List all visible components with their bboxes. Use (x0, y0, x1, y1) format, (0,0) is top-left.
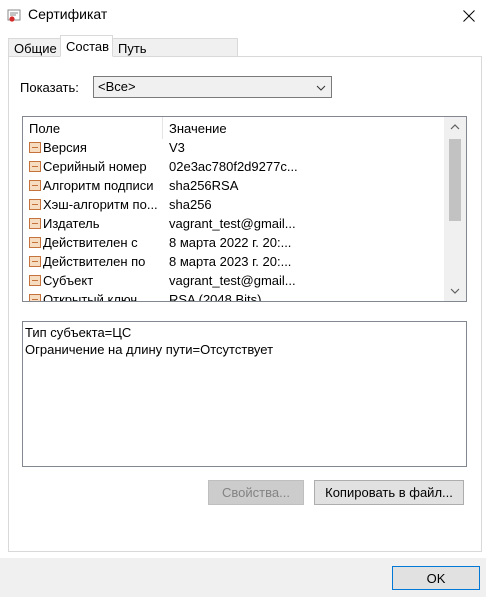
certificate-icon (7, 9, 21, 23)
scrollbar-thumb[interactable] (449, 139, 461, 221)
list-item[interactable]: Действителен с 8 марта 2022 г. 20:... (23, 234, 443, 253)
certificate-field-icon (29, 237, 41, 248)
fields-list[interactable]: Поле Значение Версия V3 Серийный номер 0… (22, 116, 467, 302)
certificate-field-icon (29, 256, 41, 267)
field-value: V3 (169, 140, 185, 155)
list-header: Поле Значение (23, 117, 443, 139)
list-item[interactable]: Издатель vagrant_test@gmail... (23, 215, 443, 234)
ok-button[interactable]: OK (392, 566, 480, 590)
title-bar: Сертификат (0, 0, 486, 32)
tab-details[interactable]: Состав (60, 35, 113, 57)
details-line: Ограничение на длину пути=Отсутствует (25, 342, 274, 357)
certificate-field-icon (29, 142, 41, 153)
field-name: Алгоритм подписи (43, 178, 154, 193)
details-line: Тип субъекта=ЦС (25, 325, 132, 340)
chevron-down-icon (316, 81, 326, 96)
certificate-field-icon (29, 199, 41, 210)
tab-general[interactable]: Общие (8, 38, 61, 57)
field-name: Хэш-алгоритм по... (43, 197, 158, 212)
field-value: vagrant_test@gmail... (169, 273, 296, 288)
list-item[interactable]: Субъект vagrant_test@gmail... (23, 272, 443, 291)
chevron-up-icon[interactable] (444, 117, 466, 137)
vertical-scrollbar[interactable] (444, 117, 466, 301)
column-divider[interactable] (162, 117, 163, 139)
field-name: Действителен с (43, 235, 138, 250)
field-value: 8 марта 2023 г. 20:... (169, 254, 292, 269)
field-value: 02e3ac780f2d9277c... (169, 159, 298, 174)
field-name: Субъект (43, 273, 94, 288)
list-item[interactable]: Действителен по 8 марта 2023 г. 20:... (23, 253, 443, 272)
field-value: 8 марта 2022 г. 20:... (169, 235, 292, 250)
list-item[interactable]: Серийный номер 02e3ac780f2d9277c... (23, 158, 443, 177)
field-value: sha256 (169, 197, 212, 212)
field-value: vagrant_test@gmail... (169, 216, 296, 231)
column-header-value[interactable]: Значение (169, 121, 227, 136)
field-name: Издатель (43, 216, 100, 231)
copy-to-file-button[interactable]: Копировать в файл... (314, 480, 464, 505)
certificate-field-icon (29, 180, 41, 191)
show-selected-value: <Все> (98, 79, 136, 94)
field-value: RSA (2048 Bits) (169, 292, 262, 302)
field-value: sha256RSA (169, 178, 239, 193)
window-title: Сертификат (28, 6, 108, 22)
certificate-field-icon (29, 161, 41, 172)
show-select[interactable]: <Все> (93, 76, 332, 98)
show-label: Показать: (20, 80, 79, 95)
column-header-field[interactable]: Поле (29, 121, 60, 136)
tab-certification-path[interactable]: Путь сертификации (112, 38, 238, 75)
list-item[interactable]: Открытый ключ RSA (2048 Bits) (23, 291, 443, 302)
field-name: Действителен по (43, 254, 146, 269)
certificate-field-icon (29, 218, 41, 229)
field-name: Серийный номер (43, 159, 147, 174)
certificate-field-icon (29, 275, 41, 286)
chevron-down-icon[interactable] (444, 281, 466, 301)
field-details[interactable]: Тип субъекта=ЦС Ограничение на длину пут… (22, 321, 467, 467)
list-item[interactable]: Версия V3 (23, 139, 443, 158)
list-item[interactable]: Хэш-алгоритм по... sha256 (23, 196, 443, 215)
close-icon (463, 10, 475, 22)
certificate-field-icon (29, 294, 41, 301)
properties-button[interactable]: Свойства... (208, 480, 304, 505)
field-name: Версия (43, 140, 87, 155)
field-name: Открытый ключ (43, 292, 138, 302)
list-item[interactable]: Алгоритм подписи sha256RSA (23, 177, 443, 196)
close-button[interactable] (452, 0, 486, 32)
